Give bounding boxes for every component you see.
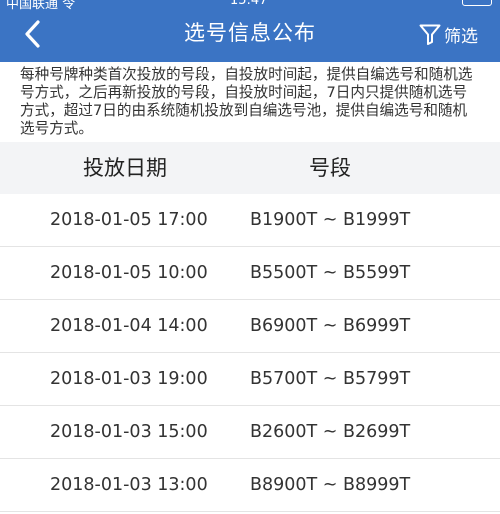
table-row[interactable]: 2018-01-03 19:00 B5700T ~ B5799T: [0, 353, 500, 406]
table-row[interactable]: 2018-01-05 17:00 B1900T ~ B1999T: [0, 194, 500, 247]
cell-range: B5700T ~ B5799T: [250, 369, 411, 389]
cell-range: B5500T ~ B5599T: [250, 263, 411, 283]
status-bar: 中国联通 令 15:47: [0, 0, 500, 10]
cell-date: 2018-01-03 13:00: [50, 475, 208, 495]
table-row[interactable]: 2018-01-03 13:00 B8900T ~ B8999T: [0, 459, 500, 512]
nav-bar: 中国联通 令 15:47 选号信息公布 筛选: [0, 0, 500, 62]
cell-date: 2018-01-03 15:00: [50, 422, 208, 442]
cell-date: 2018-01-03 19:00: [50, 369, 208, 389]
table-body: 2018-01-05 17:00 B1900T ~ B1999T 2018-01…: [0, 194, 500, 512]
table-row[interactable]: 2018-01-05 10:00 B5500T ~ B5599T: [0, 247, 500, 300]
filter-button[interactable]: 筛选: [418, 20, 478, 48]
table-row[interactable]: 2018-01-03 15:00 B2600T ~ B2699T: [0, 406, 500, 459]
cell-range: B6900T ~ B6999T: [250, 316, 411, 336]
filter-label: 筛选: [444, 26, 478, 47]
back-button[interactable]: [18, 18, 50, 50]
column-header-range: 号段: [309, 156, 351, 180]
chevron-left-icon: [25, 20, 40, 48]
page-title: 选号信息公布: [184, 21, 316, 45]
table-row[interactable]: 2018-01-04 14:00 B6900T ~ B6999T: [0, 300, 500, 353]
funnel-icon: [419, 24, 441, 45]
table-header: 投放日期 号段: [0, 142, 500, 194]
status-time: 15:47: [230, 0, 268, 8]
status-carrier: 中国联通 令: [6, 0, 76, 10]
cell-range: B8900T ~ B8999T: [250, 475, 411, 495]
cell-range: B1900T ~ B1999T: [250, 210, 411, 230]
cell-date: 2018-01-05 10:00: [50, 263, 208, 283]
cell-date: 2018-01-04 14:00: [50, 316, 208, 336]
cell-date: 2018-01-05 17:00: [50, 210, 208, 230]
cell-range: B2600T ~ B2699T: [250, 422, 411, 442]
battery-icon: [462, 0, 492, 6]
column-header-date: 投放日期: [83, 156, 167, 180]
notice-text: 每种号牌种类首次投放的号段，自投放时间起，提供自编选号和随机选号方式，之后再新投…: [0, 62, 500, 142]
